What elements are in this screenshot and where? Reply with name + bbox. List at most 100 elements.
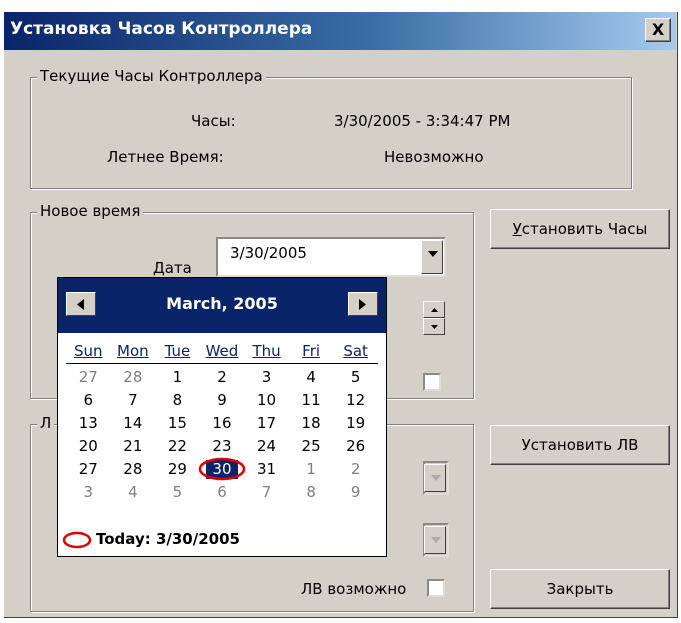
calendar-day[interactable]: 8: [289, 481, 334, 504]
calendar-day[interactable]: 9: [333, 481, 378, 504]
weekday-header: Mon: [117, 342, 149, 360]
calendar-day[interactable]: 3: [66, 481, 111, 504]
calendar-day-number: 9: [350, 483, 361, 501]
calendar-day-number: 15: [167, 414, 187, 432]
calendar-day-number: 27: [78, 368, 98, 386]
calendar-day[interactable]: 5: [333, 366, 378, 389]
close-window-button[interactable]: X: [645, 18, 671, 42]
calendar-day[interactable]: 19: [333, 412, 378, 435]
date-dropdown-button[interactable]: [421, 240, 443, 274]
calendar-day[interactable]: 14: [111, 412, 156, 435]
calendar-day[interactable]: 29: [155, 458, 200, 481]
dst-enabled-checkbox[interactable]: [427, 579, 445, 597]
weekday-header: Fri: [302, 342, 321, 360]
calendar-day[interactable]: 28: [111, 458, 156, 481]
calendar-week-row: 27 28 29 30 31 1 2: [66, 457, 378, 481]
calendar-day-number: 9: [217, 391, 227, 409]
next-month-button[interactable]: [348, 292, 378, 316]
calendar-day[interactable]: 23: [200, 435, 245, 458]
triangle-down-icon: [431, 325, 438, 329]
calendar-day-number: 13: [78, 414, 98, 432]
current-clock-legend: Текущие Часы Контроллера: [37, 67, 266, 85]
calendar-day[interactable]: 8: [155, 389, 200, 412]
calendar-day-number: 6: [217, 483, 227, 501]
calendar-day[interactable]: 3: [244, 366, 289, 389]
calendar-day[interactable]: 9: [200, 389, 245, 412]
calendar-day[interactable]: 1: [289, 458, 334, 481]
spin-up-button[interactable]: [423, 301, 445, 318]
calendar-day[interactable]: 7: [111, 389, 156, 412]
chevron-down-icon: [428, 251, 438, 257]
calendar-day-number: 16: [212, 414, 232, 432]
spin-down-button[interactable]: [423, 318, 445, 335]
calendar-day[interactable]: 13: [66, 412, 111, 435]
weekday-header-row: Sun Mon Tue Wed Thu Fri Sat: [66, 340, 378, 363]
calendar-day[interactable]: 11: [289, 389, 334, 412]
calendar-day[interactable]: 26: [333, 435, 378, 458]
clock-label: Часы:: [191, 112, 236, 130]
calendar-day[interactable]: 20: [66, 435, 111, 458]
calendar-day-number: 12: [346, 391, 366, 409]
calendar-day[interactable]: 28: [111, 366, 156, 389]
calendar-week-row: 3 4 5 6 7 8 9: [66, 481, 378, 504]
triangle-right-icon: [359, 299, 366, 310]
calendar-day[interactable]: 7: [244, 481, 289, 504]
calendar-day[interactable]: 10: [244, 389, 289, 412]
date-label: Дата: [153, 259, 192, 277]
calendar-day[interactable]: 6: [200, 481, 245, 504]
calendar-day[interactable]: 17: [244, 412, 289, 435]
calendar-day-number: 2: [350, 460, 361, 478]
calendar-separator: [66, 363, 378, 364]
set-clock-button[interactable]: Установить Часы: [490, 209, 670, 249]
today-link[interactable]: Today: 3/30/2005: [96, 530, 240, 548]
date-picker-value: 3/30/2005: [230, 244, 307, 262]
dst-start-dropdown-button[interactable]: [424, 464, 446, 492]
calendar-day-number: 14: [123, 414, 143, 432]
chevron-down-icon: [431, 475, 441, 481]
calendar-day[interactable]: 22: [155, 435, 200, 458]
month-calendar-popup[interactable]: March, 2005 Sun Mon Tue Wed Thu Fri Sat 27 28 1 2…: [57, 277, 387, 557]
calendar-day[interactable]: 27: [66, 366, 111, 389]
set-clock-label: становить Часы: [521, 220, 648, 238]
weekday-header: Sat: [343, 342, 368, 360]
calendar-day-number: 29: [167, 460, 187, 478]
calendar-day-number: 22: [167, 437, 187, 455]
calendar-day-number: 7: [261, 483, 272, 501]
close-button[interactable]: Закрыть: [490, 569, 670, 609]
calendar-day[interactable]: 2: [200, 366, 245, 389]
calendar-day[interactable]: 21: [111, 435, 156, 458]
calendar-day[interactable]: 1: [155, 366, 200, 389]
calendar-day[interactable]: 4: [111, 481, 156, 504]
set-dst-button[interactable]: Установить ЛВ: [490, 425, 670, 465]
time-spinner[interactable]: [423, 301, 445, 335]
calendar-day[interactable]: 2: [333, 458, 378, 481]
calendar-day-number: 17: [256, 414, 277, 432]
calendar-day[interactable]: 27: [66, 458, 111, 481]
window-title: Установка Часов Контроллера: [10, 19, 313, 39]
date-picker[interactable]: 3/30/2005: [216, 237, 446, 277]
calendar-day[interactable]: 31: [244, 458, 289, 481]
dst-end-select[interactable]: [423, 523, 449, 557]
dst-end-dropdown-button[interactable]: [424, 526, 446, 554]
dst-start-select[interactable]: [423, 461, 449, 495]
calendar-day-number: 25: [301, 437, 321, 455]
calendar-day-selected[interactable]: 30: [198, 457, 245, 481]
calendar-day-number: 8: [306, 483, 316, 501]
calendar-day[interactable]: 5: [155, 481, 200, 504]
calendar-day[interactable]: 18: [289, 412, 334, 435]
calendar-day[interactable]: 24: [244, 435, 289, 458]
calendar-day-number: 4: [128, 483, 138, 501]
calendar-day-number: 10: [256, 391, 277, 409]
calendar-day[interactable]: 4: [289, 366, 334, 389]
calendar-month-title[interactable]: March, 2005: [58, 294, 386, 313]
calendar-day-number: 21: [123, 437, 143, 455]
today-circle-icon: [62, 531, 92, 549]
calendar-day[interactable]: 6: [66, 389, 111, 412]
new-time-checkbox[interactable]: [423, 373, 441, 391]
calendar-day[interactable]: 12: [333, 389, 378, 412]
calendar-day[interactable]: 15: [155, 412, 200, 435]
calendar-day[interactable]: 25: [289, 435, 334, 458]
current-clock-group: Текущие Часы Контроллера Часы: 3/30/2005…: [30, 67, 632, 189]
calendar-day[interactable]: 16: [200, 412, 245, 435]
calendar-weeks: 27 28 1 2 3 4 5 6 7 8 9 10 11 12 13 14 15 16 17 18 19 20 21 22 2…: [66, 366, 378, 504]
